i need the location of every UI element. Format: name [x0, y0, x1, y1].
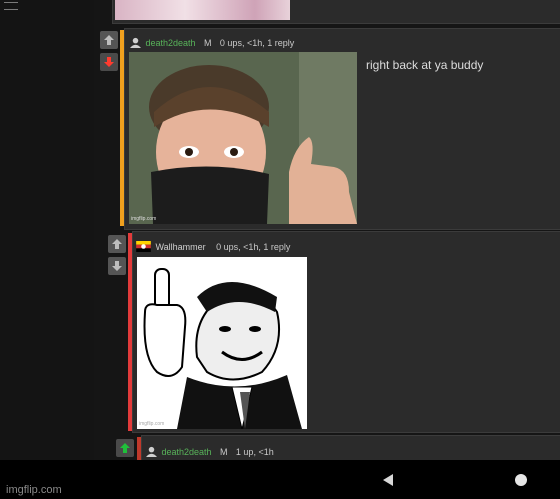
downvote-button[interactable]: [100, 53, 118, 71]
comment-card: death2death M 1 up, <1h: [141, 435, 560, 463]
comment-card: Wallhammer 0 ups, <1h, 1 reply imgflip.c…: [132, 231, 560, 433]
user-avatar-icon: [130, 37, 141, 48]
system-nav-bar: [0, 460, 560, 499]
image-watermark: imgflip.com: [131, 216, 157, 222]
arrow-down-icon: [112, 261, 122, 271]
circle-home-icon[interactable]: [513, 472, 529, 488]
arrow-down-icon: [104, 57, 114, 67]
comment-image[interactable]: imgflip.com: [137, 257, 307, 429]
user-flag-avatar-icon: [136, 241, 151, 252]
image-watermark: imgflip.com: [139, 421, 165, 427]
comment-meta: 0 ups, <1h, 1 reply: [219, 38, 295, 48]
arrow-up-icon: [120, 443, 130, 453]
comment-meta: 0 ups, <1h, 1 reply: [216, 242, 291, 252]
upvote-button[interactable]: [100, 31, 118, 49]
upvote-button[interactable]: [116, 439, 134, 457]
downvote-button[interactable]: [108, 257, 126, 275]
comment-username[interactable]: death2death: [161, 447, 211, 457]
gender-badge: M: [203, 38, 212, 48]
comment-username[interactable]: Wallhammer: [155, 242, 205, 252]
arrow-up-icon: [112, 239, 122, 249]
comment-meta: 1 up, <1h: [235, 447, 274, 457]
comment-text: right back at ya buddy: [366, 58, 484, 72]
comment-image[interactable]: imgflip.com: [129, 52, 357, 224]
arrow-up-icon: [104, 35, 114, 45]
gender-badge: M: [219, 447, 228, 457]
upvote-button[interactable]: [108, 235, 126, 253]
menu-icon[interactable]: [4, 2, 18, 10]
comment-card: death2death M 0 ups, <1h, 1 reply imgfli…: [124, 28, 560, 230]
selfie-photo: [129, 52, 357, 224]
triangle-back-icon[interactable]: [381, 473, 395, 487]
comment-username[interactable]: death2death: [145, 38, 195, 48]
left-rail: [0, 0, 94, 460]
user-avatar-icon: [146, 446, 157, 457]
meme-illustration: [137, 257, 307, 429]
footer-watermark: imgflip.com: [6, 484, 62, 496]
previous-comment-image: [115, 0, 290, 20]
